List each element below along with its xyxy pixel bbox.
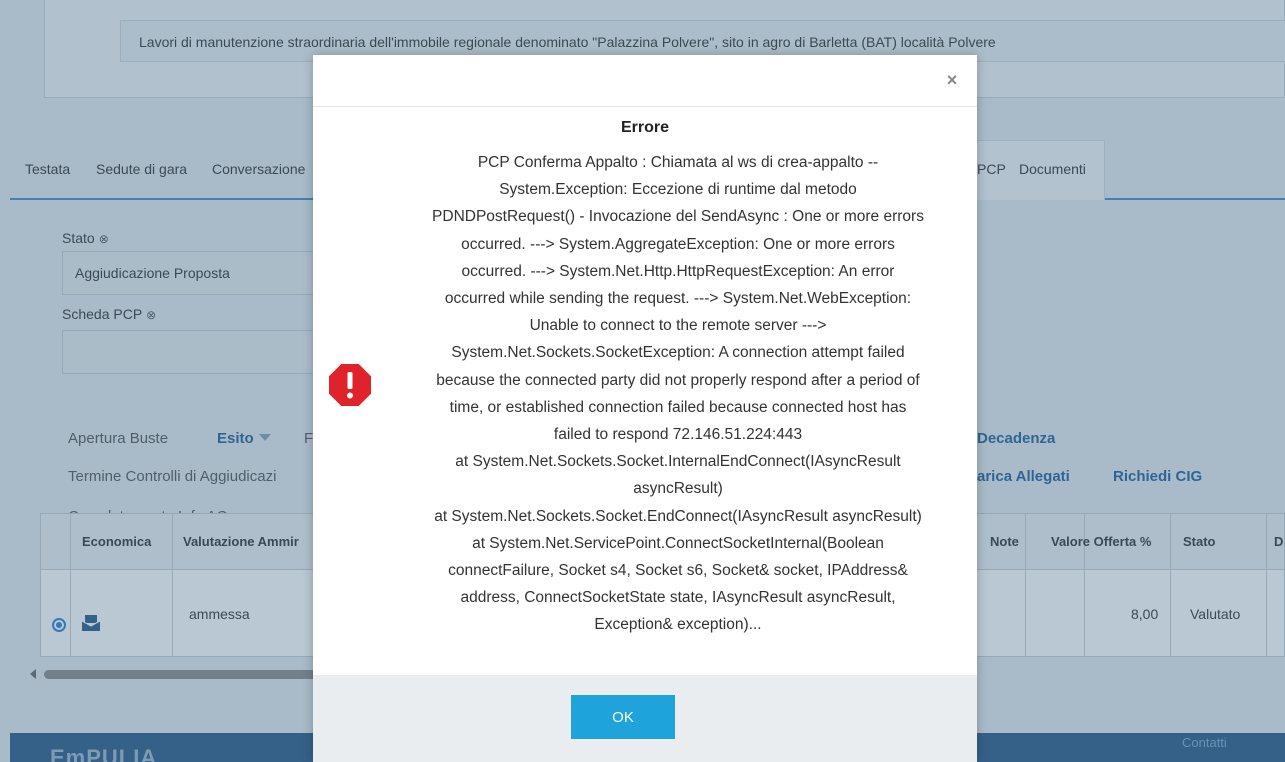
error-message-line: PCP Conferma Appalto : Chiamata al ws di… (477, 154, 879, 171)
error-message-line: at System.Net.ServicePoint.ConnectSocket… (472, 534, 884, 552)
error-message-line: connectFailure, Socket s4, Socket s6, So… (448, 562, 908, 580)
error-message-line: Exception& exception)... (594, 616, 762, 634)
error-message-line: asyncResult) (633, 480, 723, 498)
error-message-line: at System.Net.Sockets.Socket.InternalEnd… (455, 453, 901, 471)
error-icon (329, 364, 371, 406)
error-message-line: time, or established connection failed b… (449, 398, 907, 416)
error-message-line: occurred. ---> System.AggregateException… (461, 235, 895, 253)
error-message-line: occurred while sending the request. --->… (444, 290, 912, 308)
close-icon[interactable]: × (943, 69, 961, 91)
error-message: PCP Conferma Appalto : Chiamata al ws di… (389, 149, 967, 639)
error-message-line: Unable to connect to the remote server -… (529, 317, 827, 335)
ok-button[interactable]: OK (571, 695, 675, 739)
dialog-title: Errore (620, 119, 670, 136)
error-message-line: PDNDPostRequest() - Invocazione del Send… (432, 208, 924, 226)
error-message-line: System.Net.Sockets.SocketException: A co… (451, 344, 905, 362)
error-message-line: address, ConnectSocketState state, IAsyn… (460, 589, 896, 607)
error-message-line: failed to respond 72.146.51.224:443 (553, 426, 803, 444)
error-dialog: × Errore PCP Conferma Appalto : Chiamata… (313, 55, 977, 762)
dialog-header: × (313, 55, 977, 107)
dialog-footer: OK (313, 675, 977, 762)
error-message-line: at System.Net.Sockets.Socket.EndConnect(… (434, 507, 922, 525)
error-message-line: because the connected party did not prop… (436, 371, 920, 389)
error-message-line: occurred. ---> System.Net.Http.HttpReque… (461, 262, 895, 280)
error-message-line: System.Exception: Eccezione di runtime d… (499, 181, 857, 199)
